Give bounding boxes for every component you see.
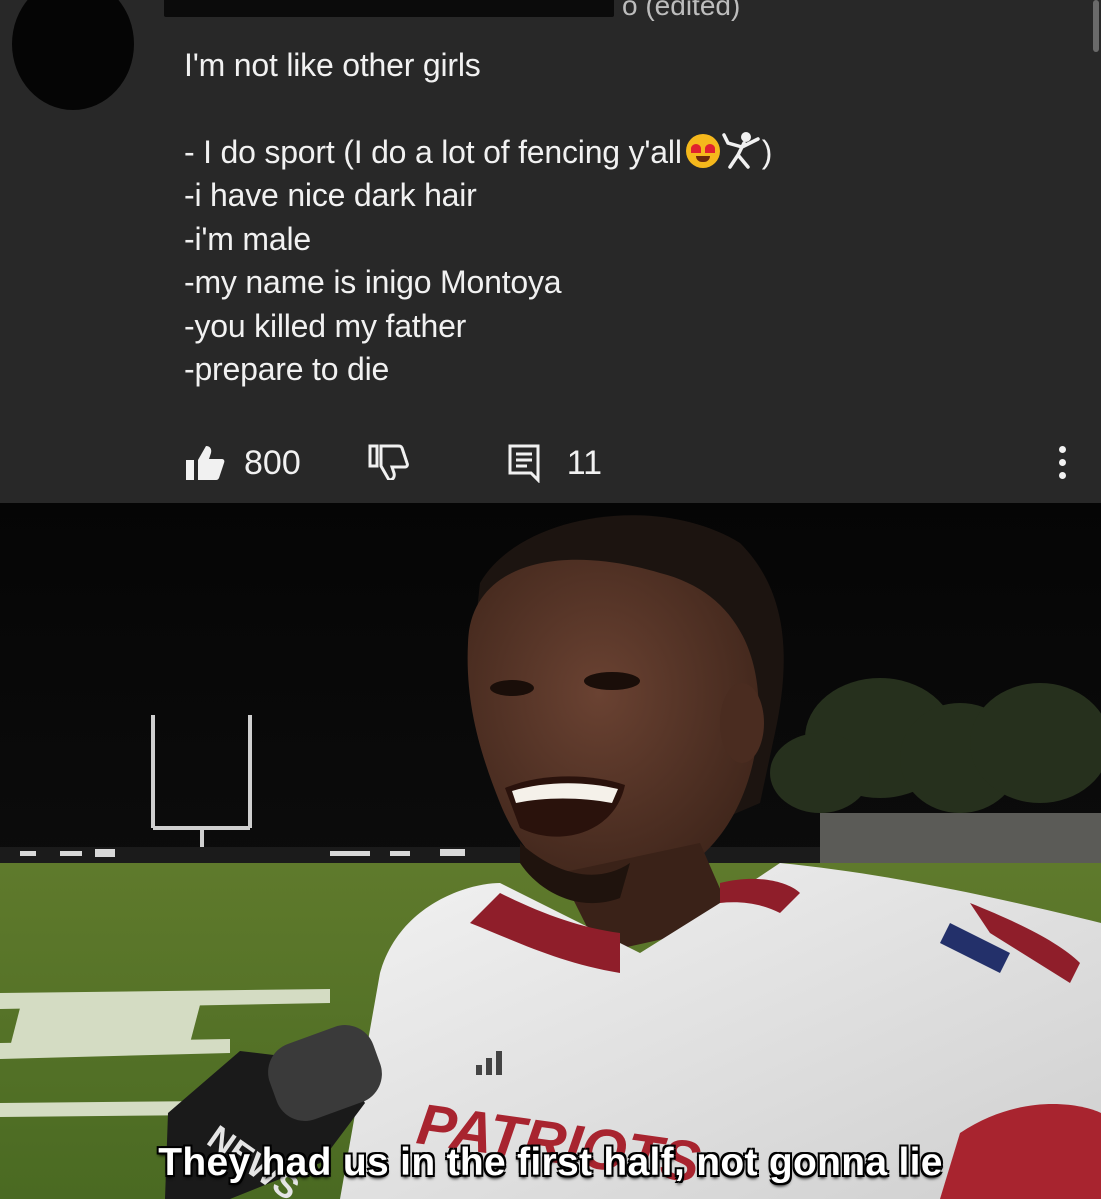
comment-line: -prepare to die xyxy=(184,351,390,387)
timestamp-edited: o (edited) xyxy=(622,0,741,21)
comment-line: -i have nice dark hair xyxy=(184,177,477,213)
meme-caption: They had us in the first half, not gonna… xyxy=(158,1141,943,1184)
scrollbar[interactable] xyxy=(1093,0,1099,52)
comment-line: I'm not like other girls xyxy=(184,47,481,83)
like-count: 800 xyxy=(244,443,301,482)
comment-line: -i'm male xyxy=(184,220,311,257)
user-avatar[interactable] xyxy=(12,0,134,110)
heart-eyes-emoji-icon xyxy=(685,133,720,168)
thumbs-up-icon xyxy=(186,446,225,480)
meme-image: PATRIOTS NEWS They had us in the first h… xyxy=(0,503,1101,1199)
thumbs-down-icon xyxy=(368,444,409,482)
comment-actions: 800 11 xyxy=(184,438,602,488)
comment-line: - I do sport (I do a lot of fencing y'al… xyxy=(184,131,1064,175)
comment-meta: o (edited) xyxy=(164,0,740,27)
like-button[interactable]: 800 xyxy=(184,444,301,483)
meme-photo-illustration: PATRIOTS NEWS xyxy=(0,503,1101,1199)
redacted-username xyxy=(164,0,614,17)
comment-line: -you killed my father xyxy=(184,307,467,344)
reply-button[interactable]: 11 xyxy=(507,443,602,483)
more-vert-icon[interactable] xyxy=(1055,446,1069,485)
reply-icon xyxy=(508,444,540,483)
comment-body: I'm not like other girls - I do sport (I… xyxy=(184,44,1064,392)
fencer-emoji-icon xyxy=(721,131,760,169)
reply-count: 11 xyxy=(566,443,603,482)
comment-line-close: ) xyxy=(761,133,773,170)
comment-line-text: - I do sport (I do a lot of fencing y'al… xyxy=(184,133,682,170)
dislike-button[interactable] xyxy=(367,442,409,485)
comment-card: o (edited) I'm not like other girls - I … xyxy=(0,0,1101,503)
comment-line: -my name is inigo Montoya xyxy=(184,264,562,300)
